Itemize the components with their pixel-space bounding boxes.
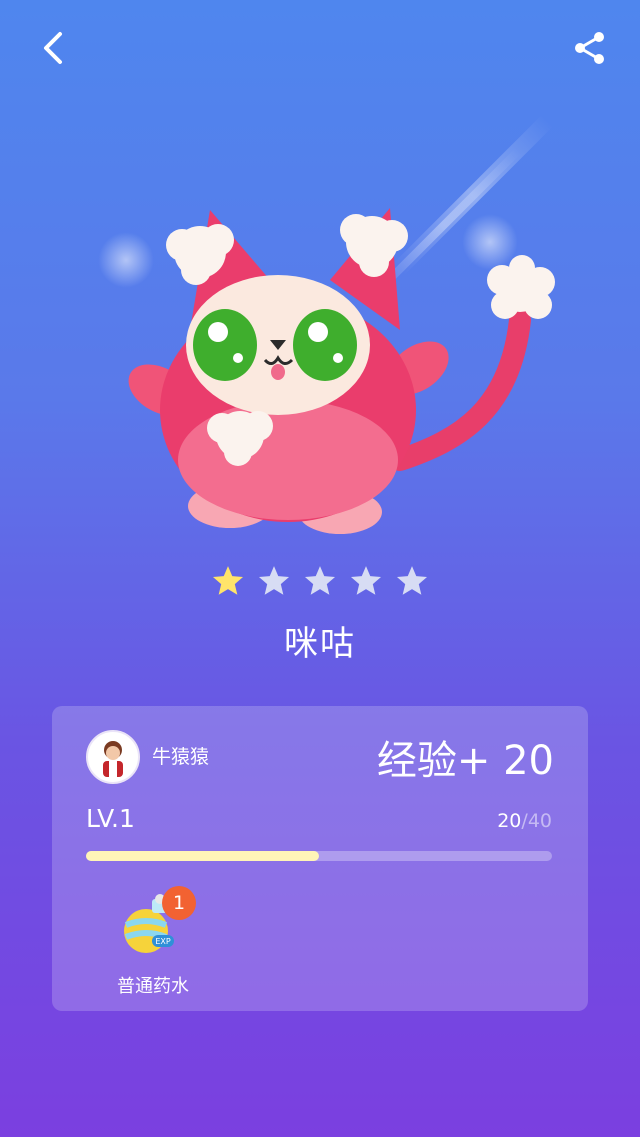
star-empty-icon [396,566,428,595]
rating-stars [0,564,640,598]
star-empty-icon [304,566,336,595]
star-empty-icon [258,566,290,595]
star-empty-icon [350,566,382,595]
share-button[interactable] [570,28,610,68]
exp-progress-fill [86,851,319,861]
progress-max: 40 [527,810,552,832]
item-count-badge: 1 [162,886,196,920]
item-name: 普通药水 [117,976,189,997]
pet-illustration [128,208,555,534]
pet-name: 咪咕 [284,624,356,664]
reward-card: 牛猿猿 经验+ 20 LV.1 20/40 EXP 1 普通药水 [52,706,588,1011]
progress-count: 20/40 [497,810,552,832]
back-button[interactable] [32,26,76,70]
share-icon [575,32,604,64]
top-bar [0,0,640,100]
progress-current: 20 [497,810,522,832]
exp-progress-bar [86,851,552,861]
star-filled-icon [212,566,244,595]
username: 牛猿猿 [152,746,210,768]
exp-gain: 经验+ 20 [376,738,554,784]
avatar [86,730,140,784]
level-label: LV.1 [86,804,135,833]
svg-text:EXP: EXP [155,937,171,946]
chevron-left-icon [44,32,62,64]
